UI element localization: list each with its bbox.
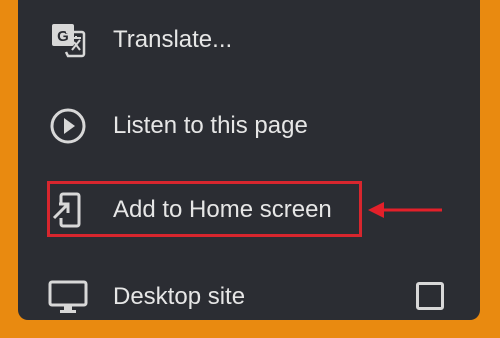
arrow-left-icon	[368, 202, 442, 218]
highlight-box	[47, 181, 362, 237]
menu-item-translate[interactable]: G Translate...	[18, 10, 480, 70]
desktop-site-checkbox[interactable]	[416, 282, 444, 310]
desktop-monitor-icon	[48, 277, 88, 317]
menu-item-label: Translate...	[113, 26, 233, 53]
translate-icon: G	[48, 20, 88, 60]
svg-text:G: G	[57, 28, 69, 45]
menu-item-listen[interactable]: Listen to this page	[18, 96, 480, 156]
play-circle-icon	[48, 106, 88, 146]
menu-item-label: Listen to this page	[113, 112, 308, 139]
menu-item-desktop-site[interactable]: Desktop site	[18, 267, 480, 320]
menu-item-label: Desktop site	[113, 283, 246, 310]
browser-menu-panel: G Translate... Listen to this page Add t…	[18, 0, 480, 320]
